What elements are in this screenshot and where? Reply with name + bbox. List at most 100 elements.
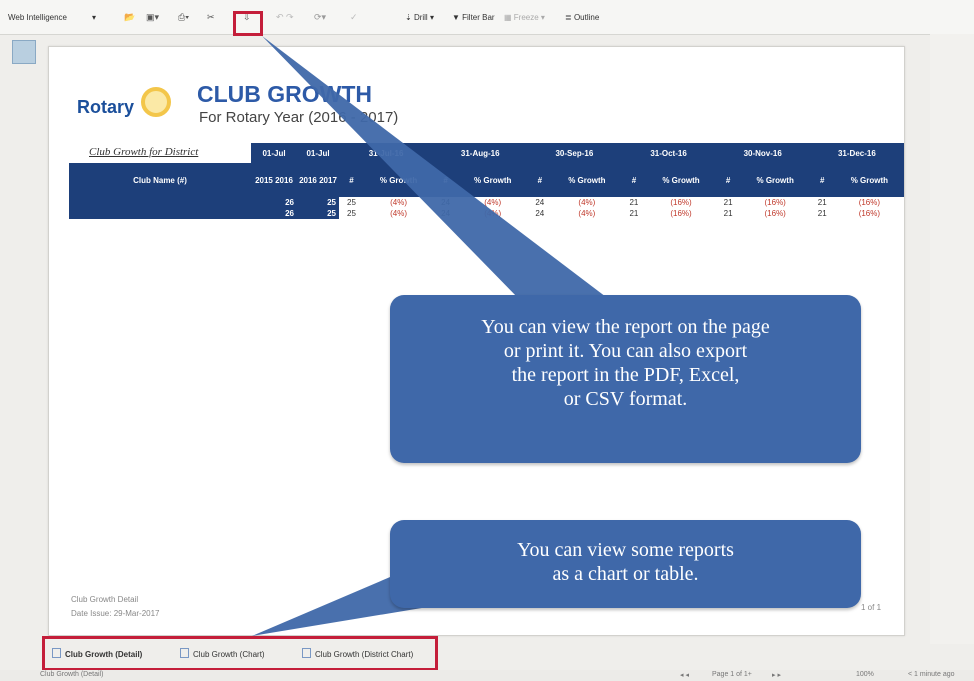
table-subheader: #: [527, 163, 553, 197]
status-report-name[interactable]: Club Growth (Detail): [40, 671, 103, 678]
table-cell: 24: [535, 198, 545, 207]
page-nav-next-icon[interactable]: ▸ ▸: [772, 671, 781, 679]
table-date-header: 30-Sep-16: [527, 143, 622, 163]
table-cell: (16%): [670, 198, 692, 207]
table-cell: 24: [535, 209, 545, 218]
district-label: Club Growth for District: [89, 146, 199, 158]
export-callout: You can view the report on the page or p…: [390, 295, 861, 463]
tab-club-growth-detail[interactable]: Club Growth (Detail): [52, 648, 142, 659]
callout-line: or CSV format.: [563, 388, 688, 410]
table-cell: (4%): [578, 209, 596, 218]
tab-label: Club Growth (Detail): [65, 650, 143, 659]
table-subheader: #: [339, 163, 364, 197]
footer-date-issued: Date Issue: 29-Mar-2017: [71, 609, 160, 618]
table-cell: (16%): [764, 209, 786, 218]
tab-label: Club Growth (Chart): [193, 650, 265, 659]
page-nav-prev-icon[interactable]: ◂ ◂: [680, 671, 689, 679]
toolbar: Web Intelligence ▾ 📂 ▣▾ ⎙▾ ✂ ⇩ ↶ ↷ ⟳▾ ✓ …: [0, 0, 974, 36]
table-cell: 25: [347, 209, 356, 218]
callout-line: as a chart or table.: [552, 563, 699, 585]
table-cell: (4%): [390, 198, 407, 207]
table-subheader: % Growth: [646, 163, 716, 197]
table-date-header: 01-Jul: [297, 143, 339, 163]
print-icon[interactable]: ⎙▾: [178, 10, 189, 24]
page-indicator: Page 1 of 1+: [712, 671, 752, 678]
table-cell: (16%): [764, 198, 786, 207]
track-icon[interactable]: ✓: [350, 10, 358, 24]
table-cell: 25: [297, 208, 339, 219]
right-panel-strip: [930, 34, 974, 644]
table-cell: (16%): [670, 209, 692, 218]
table-cell: 25: [347, 198, 356, 207]
drill-label: Drill: [413, 13, 428, 22]
table-cell: (4%): [484, 209, 502, 218]
filter-bar-label: Filter Bar: [462, 13, 495, 22]
tab-label: Club Growth (District Chart): [315, 650, 414, 659]
tab-club-growth-district-chart[interactable]: Club Growth (District Chart): [302, 648, 413, 659]
find-icon[interactable]: ✂: [207, 10, 215, 24]
drill-button[interactable]: ⇣ Drill ▾: [405, 13, 434, 22]
table-cell: 26: [251, 208, 297, 219]
app-menu[interactable]: Web Intelligence: [8, 13, 67, 22]
table-date-header: 30-Nov-16: [715, 143, 810, 163]
rotary-wheel-icon: [141, 87, 171, 117]
table-cell: 21: [723, 198, 733, 207]
report-icon: [180, 648, 189, 658]
table-date-header: 31-Aug-16: [433, 143, 528, 163]
table-cell: (4%): [390, 209, 407, 218]
table-subheader: % Growth: [458, 163, 528, 197]
table-subheader: #: [715, 163, 741, 197]
table-row: 26 25 25 (4%) 24 (4%) 24 (4%) 21 (16%) 2…: [69, 208, 904, 219]
report-icon: [52, 648, 61, 658]
table-cell: [69, 197, 251, 208]
freeze-button[interactable]: ▦ Freeze ▾: [504, 13, 545, 22]
table-cell: 24: [441, 209, 451, 218]
zoom-level[interactable]: 100%: [856, 671, 874, 678]
table-date-header: 31-Dec-16: [809, 143, 904, 163]
table-row: 26 25 25 (4%) 24 (4%) 24 (4%) 21 (16%) 2…: [69, 197, 904, 208]
table-cell: 26: [251, 197, 297, 208]
chart-callout: You can view some reports as a chart or …: [390, 520, 861, 608]
app-menu-chevron-icon[interactable]: ▾: [92, 13, 96, 22]
outline-button[interactable]: ≣ Outline: [565, 13, 599, 22]
export-highlight-box: [233, 11, 263, 36]
table-date-header: 31-Jul-16: [339, 143, 434, 163]
table-cell: 21: [817, 198, 827, 207]
footer-report-name: Club Growth Detail: [71, 595, 139, 604]
table-cell: (4%): [484, 198, 502, 207]
table-subheader-row: Club Name (#) 2015 2016 2016 2017 # % Gr…: [69, 163, 904, 197]
table-cell: 21: [723, 209, 733, 218]
callout-line: or print it. You can also export: [503, 340, 748, 362]
callout-line: You can view some reports: [517, 539, 734, 561]
open-icon[interactable]: 📂: [124, 10, 135, 24]
save-icon[interactable]: ▣▾: [146, 10, 159, 24]
callout-line: the report in the PDF, Excel,: [511, 364, 740, 386]
table-cell: 25: [297, 197, 339, 208]
report-icon: [302, 648, 311, 658]
table-subheader: Club Name (#): [69, 163, 251, 197]
report-title: CLUB GROWTH: [197, 81, 373, 107]
freeze-label: Freeze: [513, 13, 539, 22]
refresh-icon[interactable]: ⟳▾: [314, 10, 326, 24]
tab-club-growth-chart[interactable]: Club Growth (Chart): [180, 648, 265, 659]
footer-page-number: 1 of 1: [861, 603, 882, 612]
table-subheader: #: [809, 163, 835, 197]
callout-line: You can view the report on the page: [481, 316, 770, 338]
table-subheader: 2015 2016: [251, 163, 297, 197]
table-subheader: 2016 2017: [297, 163, 339, 197]
table-cell: 24: [441, 198, 451, 207]
table-subheader: % Growth: [834, 163, 904, 197]
table-cell: 21: [629, 198, 639, 207]
left-panel-icon[interactable]: [12, 40, 36, 64]
table-date-header: 31-Oct-16: [621, 143, 716, 163]
rotary-logo-text: Rotary: [77, 97, 135, 117]
table-subheader: % Growth: [740, 163, 810, 197]
undo-icon[interactable]: ↶ ↷: [276, 10, 294, 24]
table-cell: 21: [817, 209, 827, 218]
filter-bar-button[interactable]: ▼ Filter Bar: [452, 13, 495, 22]
table-cell: (16%): [858, 209, 881, 218]
table-cell: 21: [629, 209, 639, 218]
outline-label: Outline: [573, 13, 600, 22]
table-subheader: #: [621, 163, 647, 197]
table-date-header: 01-Jul: [251, 143, 297, 163]
